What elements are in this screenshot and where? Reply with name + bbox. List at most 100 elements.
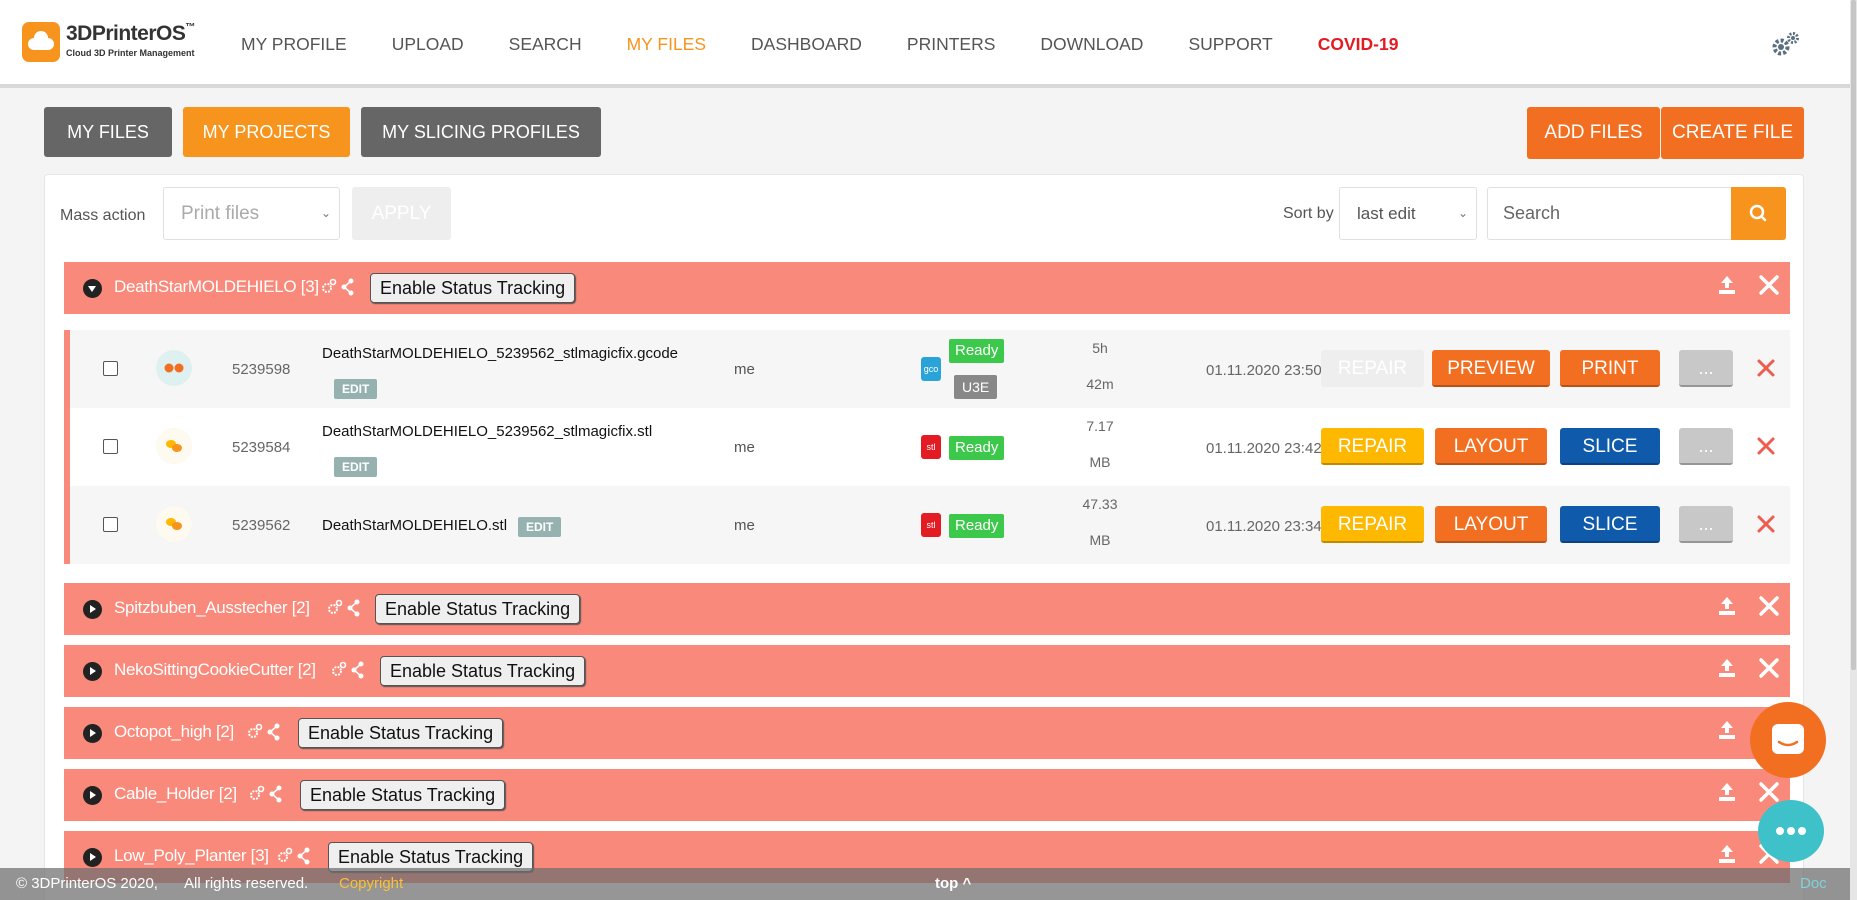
project-settings-share-icons[interactable] bbox=[248, 784, 288, 804]
edit-button[interactable]: EDIT bbox=[334, 379, 378, 399]
project-name[interactable]: NekoSittingCookieCutter [2] bbox=[114, 660, 316, 680]
more-options-button[interactable]: ... bbox=[1679, 428, 1733, 465]
settings-gear-icon[interactable] bbox=[1770, 30, 1802, 58]
edit-button[interactable]: EDIT bbox=[334, 457, 378, 477]
edit-button[interactable]: EDIT bbox=[518, 517, 562, 537]
repair-button[interactable]: REPAIR bbox=[1321, 350, 1424, 387]
file-thumbnail[interactable] bbox=[156, 506, 192, 542]
upload-icon[interactable] bbox=[1718, 843, 1736, 865]
enable-status-tracking-button[interactable]: Enable Status Tracking bbox=[370, 273, 576, 303]
project-name[interactable]: Cable_Holder [2] bbox=[114, 784, 237, 804]
page-scrollbar-thumb[interactable] bbox=[1851, 0, 1856, 670]
footer-copyright: © 3DPrinterOS 2020, bbox=[16, 875, 158, 892]
project-name[interactable]: DeathStarMOLDEHIELO [3] bbox=[114, 277, 319, 297]
enable-status-tracking-button[interactable]: Enable Status Tracking bbox=[380, 656, 586, 686]
status-badge: Ready bbox=[949, 436, 1005, 460]
file-name[interactable]: DeathStarMOLDEHIELO_5239562_stlmagicfix.… bbox=[322, 423, 652, 440]
enable-status-tracking-button[interactable]: Enable Status Tracking bbox=[300, 780, 506, 810]
nav-dashboard[interactable]: DASHBOARD bbox=[751, 34, 862, 55]
file-name[interactable]: DeathStarMOLDEHIELO.stl bbox=[322, 517, 507, 534]
nav-my-files[interactable]: MY FILES bbox=[627, 34, 706, 55]
project-settings-share-icons[interactable] bbox=[276, 846, 316, 866]
row-checkbox[interactable] bbox=[103, 439, 118, 454]
close-icon[interactable] bbox=[1758, 657, 1780, 679]
upload-icon[interactable] bbox=[1718, 781, 1736, 803]
more-options-button[interactable]: ... bbox=[1679, 350, 1733, 387]
repair-button[interactable]: REPAIR bbox=[1321, 506, 1424, 543]
file-row: 5239584 DeathStarMOLDEHIELO_5239562_stlm… bbox=[70, 408, 1790, 486]
tab-my-slicing-profiles[interactable]: MY SLICING PROFILES bbox=[361, 107, 601, 157]
print-button[interactable]: PRINT bbox=[1560, 350, 1660, 387]
enable-status-tracking-button[interactable]: Enable Status Tracking bbox=[375, 594, 581, 624]
project-name[interactable]: Low_Poly_Planter [3] bbox=[114, 846, 269, 866]
apply-button[interactable]: APPLY bbox=[352, 187, 451, 240]
project-settings-share-icons[interactable] bbox=[246, 722, 286, 742]
project-bar[interactable]: NekoSittingCookieCutter [2] Enable Statu… bbox=[64, 645, 1790, 697]
close-icon[interactable] bbox=[1758, 595, 1780, 617]
file-name[interactable]: DeathStarMOLDEHIELO_5239562_stlmagicfix.… bbox=[322, 345, 678, 362]
project-settings-share-icons[interactable] bbox=[320, 277, 360, 297]
tab-my-projects[interactable]: MY PROJECTS bbox=[183, 107, 350, 157]
expand-icon[interactable] bbox=[83, 724, 102, 743]
search-button[interactable] bbox=[1731, 187, 1786, 240]
chat-widget[interactable] bbox=[1758, 800, 1824, 862]
chevron-down-icon: ⌄ bbox=[320, 206, 331, 220]
back-to-top-link[interactable]: top ^ bbox=[935, 875, 971, 892]
slice-button[interactable]: SLICE bbox=[1560, 506, 1660, 543]
project-bar[interactable]: DeathStarMOLDEHIELO [3] Enable Status Tr… bbox=[64, 262, 1790, 314]
nav-my-profile[interactable]: MY PROFILE bbox=[241, 34, 347, 55]
row-checkbox[interactable] bbox=[103, 361, 118, 376]
brand-logo[interactable]: 3DPrinterOS™ Cloud 3D Printer Management bbox=[22, 20, 222, 66]
layout-button[interactable]: LAYOUT bbox=[1435, 506, 1547, 543]
nav-search[interactable]: SEARCH bbox=[509, 34, 582, 55]
delete-icon[interactable] bbox=[1756, 514, 1776, 534]
expand-icon[interactable] bbox=[83, 600, 102, 619]
status-badge: Ready bbox=[949, 339, 1005, 363]
slice-button[interactable]: SLICE bbox=[1560, 428, 1660, 465]
print-time-minutes: 42m bbox=[1086, 376, 1114, 392]
intercom-launcher[interactable] bbox=[1750, 702, 1826, 778]
project-bar[interactable]: Spitzbuben_Ausstecher [2] Enable Status … bbox=[64, 583, 1790, 635]
copyright-link[interactable]: Copyright bbox=[339, 875, 403, 892]
upload-icon[interactable] bbox=[1718, 595, 1736, 617]
repair-button[interactable]: REPAIR bbox=[1321, 428, 1424, 465]
project-bar[interactable]: Cable_Holder [2] Enable Status Tracking bbox=[64, 769, 1790, 821]
expand-icon[interactable] bbox=[83, 786, 102, 805]
row-checkbox[interactable] bbox=[103, 517, 118, 532]
delete-icon[interactable] bbox=[1756, 358, 1776, 378]
nav-download[interactable]: DOWNLOAD bbox=[1040, 34, 1143, 55]
nav-upload[interactable]: UPLOAD bbox=[392, 34, 464, 55]
stl-file-icon: stl bbox=[921, 435, 941, 459]
collapse-icon[interactable] bbox=[83, 279, 102, 298]
search-input[interactable]: Search bbox=[1487, 187, 1732, 240]
upload-icon[interactable] bbox=[1718, 274, 1736, 296]
project-name[interactable]: Octopot_high [2] bbox=[114, 722, 234, 742]
enable-status-tracking-button[interactable]: Enable Status Tracking bbox=[298, 718, 504, 748]
layout-button[interactable]: LAYOUT bbox=[1435, 428, 1547, 465]
more-options-button[interactable]: ... bbox=[1679, 506, 1733, 543]
nav-covid-19[interactable]: COVID-19 bbox=[1318, 34, 1399, 55]
nav-support[interactable]: SUPPORT bbox=[1188, 34, 1272, 55]
tab-my-files[interactable]: MY FILES bbox=[44, 107, 172, 157]
doc-link[interactable]: Doc bbox=[1800, 875, 1827, 892]
expand-icon[interactable] bbox=[83, 848, 102, 867]
create-file-button[interactable]: CREATE FILE bbox=[1661, 107, 1804, 159]
nav-printers[interactable]: PRINTERS bbox=[907, 34, 995, 55]
project-settings-share-icons[interactable] bbox=[330, 660, 370, 680]
sort-select[interactable]: last edit ⌄ bbox=[1339, 187, 1477, 240]
add-files-button[interactable]: ADD FILES bbox=[1527, 107, 1660, 159]
expand-icon[interactable] bbox=[83, 662, 102, 681]
mass-action-select[interactable]: Print files ⌄ bbox=[163, 187, 340, 240]
file-thumbnail[interactable] bbox=[156, 428, 192, 464]
upload-icon[interactable] bbox=[1718, 657, 1736, 679]
chat-bubble-icon bbox=[1776, 827, 1806, 835]
upload-icon[interactable] bbox=[1718, 719, 1736, 741]
delete-icon[interactable] bbox=[1756, 436, 1776, 456]
message-icon bbox=[1772, 724, 1804, 754]
project-settings-share-icons[interactable] bbox=[326, 598, 366, 618]
file-thumbnail[interactable] bbox=[156, 350, 192, 386]
close-icon[interactable] bbox=[1758, 274, 1780, 296]
project-name[interactable]: Spitzbuben_Ausstecher [2] bbox=[114, 598, 310, 618]
preview-button[interactable]: PREVIEW bbox=[1432, 350, 1550, 387]
project-bar[interactable]: Octopot_high [2] Enable Status Tracking bbox=[64, 707, 1790, 759]
